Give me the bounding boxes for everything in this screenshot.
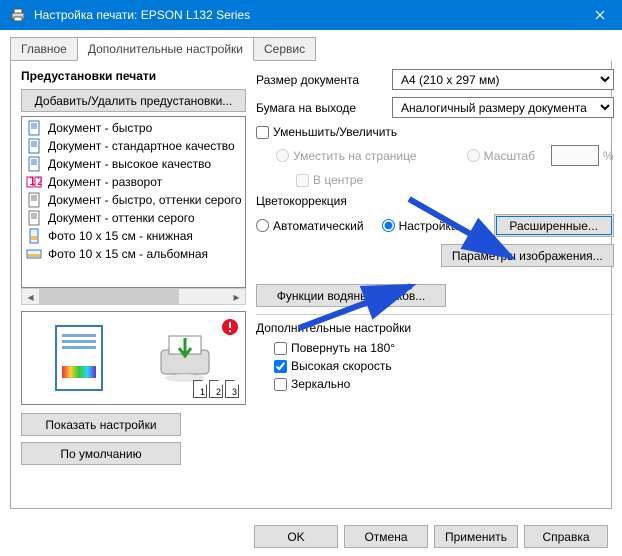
auto-label: Автоматический <box>273 219 364 233</box>
add-remove-presets-button[interactable]: Добавить/Удалить предустановки... <box>21 89 246 112</box>
preview-pane: 123 <box>21 311 246 405</box>
defaults-button[interactable]: По умолчанию <box>21 442 181 465</box>
fit-page-radio <box>276 149 289 162</box>
presets-header: Предустановки печати <box>21 69 246 83</box>
list-item[interactable]: Документ - быстро <box>24 119 243 137</box>
h-scrollbar[interactable]: ◂ ▸ <box>21 288 246 305</box>
auto-radio[interactable] <box>256 219 269 232</box>
spread-icon: 12 <box>26 174 42 190</box>
page-icon <box>26 138 42 154</box>
ok-button[interactable]: OK <box>254 525 338 548</box>
rotate180-check[interactable] <box>274 342 287 355</box>
tab-main[interactable]: Главное <box>10 37 78 61</box>
watermark-button[interactable]: Функции водяных знаков... <box>256 284 446 307</box>
close-button[interactable] <box>577 0 622 30</box>
photo-portrait-icon <box>26 228 42 244</box>
doc-size-select[interactable]: A4 (210 x 297 мм) <box>392 69 614 90</box>
list-item[interactable]: 12Документ - разворот <box>24 173 243 191</box>
tab-additional[interactable]: Дополнительные настройки <box>77 37 254 61</box>
color-corr-label: Цветокоррекция <box>256 194 614 208</box>
cancel-button[interactable]: Отмена <box>344 525 428 548</box>
mirror-check[interactable] <box>274 378 287 391</box>
list-item[interactable]: Документ - высокое качество <box>24 155 243 173</box>
advanced-button[interactable]: Расширенные... <box>494 214 614 237</box>
titlebar: Настройка печати: EPSON L132 Series <box>0 0 622 30</box>
presets-list[interactable]: Документ - быстро Документ - стандартное… <box>21 116 246 288</box>
list-item[interactable]: Фото 10 x 15 см - альбомная <box>24 245 243 263</box>
fit-page-label: Уместить на странице <box>293 149 417 163</box>
page-icon <box>26 156 42 172</box>
center-label: В центре <box>313 173 363 187</box>
highspeed-check[interactable] <box>274 360 287 373</box>
scroll-thumb[interactable] <box>39 289 179 304</box>
custom-radio[interactable] <box>382 219 395 232</box>
alert-icon <box>221 318 239 336</box>
custom-label: Настройка <box>399 219 458 233</box>
image-params-button[interactable]: Параметры изображения... <box>441 244 614 267</box>
printer-preview-icon <box>155 330 215 386</box>
scroll-right-icon[interactable]: ▸ <box>228 289 245 304</box>
reduce-enlarge-label: Уменьшить/Увеличить <box>273 125 397 139</box>
mirror-label: Зеркально <box>291 377 350 391</box>
out-paper-select[interactable]: Аналогичный размеру документа <box>392 97 614 118</box>
scroll-left-icon[interactable]: ◂ <box>22 289 39 304</box>
page-seq-icon: 123 <box>193 380 239 398</box>
help-button[interactable]: Справка <box>524 525 608 548</box>
scale-label: Масштаб <box>484 149 535 163</box>
svg-text:1: 1 <box>29 174 36 188</box>
list-item[interactable]: Документ - стандартное качество <box>24 137 243 155</box>
out-paper-label: Бумага на выходе <box>256 101 392 115</box>
tab-service[interactable]: Сервис <box>253 37 316 61</box>
page-icon <box>26 120 42 136</box>
tab-panel: Предустановки печати Добавить/Удалить пр… <box>10 61 612 509</box>
scale-radio <box>467 149 480 162</box>
photo-landscape-icon <box>26 246 42 262</box>
page-gray-icon <box>26 210 42 226</box>
dialog-footer: OK Отмена Применить Справка <box>254 525 608 548</box>
list-item[interactable]: Документ - быстро, оттенки серого <box>24 191 243 209</box>
tab-strip: Главное Дополнительные настройки Сервис <box>10 37 612 62</box>
highspeed-label: Высокая скорость <box>291 359 392 373</box>
scale-input <box>551 145 599 166</box>
window-title: Настройка печати: EPSON L132 Series <box>34 8 250 22</box>
apply-button[interactable]: Применить <box>434 525 518 548</box>
printer-icon <box>10 7 26 23</box>
svg-text:2: 2 <box>37 174 42 188</box>
list-item[interactable]: Документ - оттенки серого <box>24 209 243 227</box>
page-preview-icon <box>52 322 106 394</box>
percent-label: % <box>603 149 614 163</box>
addl-settings-label: Дополнительные настройки <box>256 321 614 335</box>
rotate180-label: Повернуть на 180° <box>291 341 395 355</box>
list-item[interactable]: Фото 10 x 15 см - книжная <box>24 227 243 245</box>
show-settings-button[interactable]: Показать настройки <box>21 413 181 436</box>
center-check <box>296 174 309 187</box>
page-gray-icon <box>26 192 42 208</box>
doc-size-label: Размер документа <box>256 73 392 87</box>
reduce-enlarge-check[interactable] <box>256 126 269 139</box>
